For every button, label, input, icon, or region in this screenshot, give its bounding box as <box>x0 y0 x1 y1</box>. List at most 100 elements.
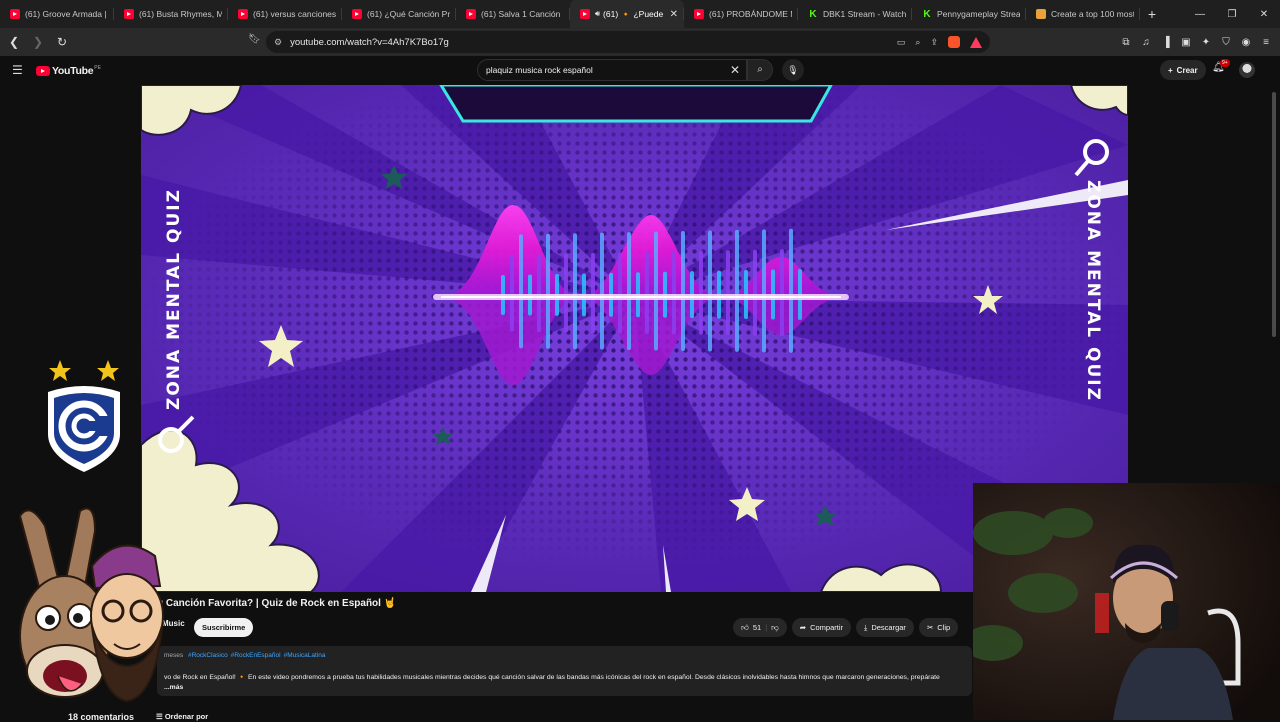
brave-shields-icon[interactable] <box>948 36 960 48</box>
hashtag-link[interactable]: #RockClasico <box>188 652 228 659</box>
tab-search-icon[interactable]: ⧉ <box>1120 37 1132 48</box>
waveform-bar <box>537 254 541 333</box>
back-icon[interactable]: ❮ <box>4 35 24 49</box>
browser-tab-strip: (61) Groove Armada | E (61) Busta Rhymes,… <box>0 0 1280 28</box>
youtube-favicon-icon <box>580 9 590 19</box>
url-text: youtube.com/watch?v=4Ah7K7Bo17g <box>290 36 449 48</box>
clear-search-icon[interactable]: ✕ <box>730 63 740 77</box>
youtube-favicon-icon <box>10 9 20 19</box>
download-button[interactable]: ⤓ Descargar <box>856 618 914 637</box>
waveform-bar <box>762 229 766 353</box>
leo-icon[interactable]: ◉ <box>1240 37 1252 48</box>
tab-title: (61) 🔸 ¿Puede <box>603 8 664 19</box>
browser-tab[interactable]: (61) PROBÁNDOME M <box>684 0 798 28</box>
close-tab-icon[interactable]: ✕ <box>670 9 678 20</box>
tab-title: (61) ¿Qué Canción Pre <box>367 9 450 19</box>
waveform-bar <box>699 250 703 335</box>
account-avatar[interactable] <box>1239 62 1255 78</box>
video-title: u Canción Favorita? | Quiz de Rock en Es… <box>157 598 397 609</box>
browser-tab[interactable]: (61) versus canciones p <box>228 0 342 28</box>
waveform-bar <box>564 253 568 333</box>
waveform-bar <box>591 253 595 333</box>
waveform-bar <box>789 228 793 353</box>
hashtag-link[interactable]: #RockEnEspañol <box>231 652 281 659</box>
comments-count: 18 comentarios <box>68 712 135 722</box>
clip-button[interactable]: ✂ Clip <box>918 618 959 637</box>
youtube-favicon-icon <box>694 9 704 19</box>
like-count: 51 <box>752 623 762 632</box>
restore-icon[interactable]: ❐ <box>1216 9 1248 20</box>
guide-menu-icon[interactable]: ☰ <box>12 63 23 77</box>
page-scrollbar[interactable] <box>1272 92 1276 337</box>
like-divider: | <box>765 623 768 632</box>
like-button[interactable]: 👍︎ 51 | 👎︎ <box>733 618 787 637</box>
browser-tab[interactable]: 🔊︎ (61) 🔸 ¿Puede ✕ <box>570 0 684 28</box>
waveform-bar <box>753 249 757 336</box>
thumbs-down-icon[interactable]: 👎︎ <box>771 618 779 637</box>
tab-title: Pennygameplay Strea <box>937 9 1020 19</box>
search-box[interactable]: plaquiz musica rock español ✕ <box>477 59 747 81</box>
wallet-icon[interactable]: ▣ <box>1180 37 1192 48</box>
browser-tab[interactable]: K Pennygameplay Strea <box>912 0 1026 28</box>
donkey-mascot-overlay <box>18 507 164 703</box>
share-page-icon[interactable]: ⇪ <box>930 37 938 48</box>
reload-icon[interactable]: ↻ <box>52 35 72 49</box>
tab-title: (61) versus canciones p <box>253 9 336 19</box>
kick-favicon-icon: K <box>922 8 932 20</box>
youtube-logo-text: YouTube <box>52 65 94 77</box>
subscribe-button[interactable]: Suscribirme <box>194 618 254 637</box>
create-button[interactable]: + Crear <box>1160 60 1206 80</box>
minimize-icon[interactable]: — <box>1184 9 1216 20</box>
music-icon[interactable]: ♫ <box>1140 37 1152 48</box>
tab-title: (61) PROBÁNDOME M <box>709 9 792 19</box>
waveform-bar <box>780 249 784 337</box>
microphone-icon: 🎙︎ <box>787 65 799 75</box>
search-button[interactable]: ⌕ <box>747 59 773 81</box>
site-info-icon[interactable]: ⚙︎ <box>274 37 282 48</box>
speaker-icon[interactable]: 🔊︎ <box>595 9 600 19</box>
top-neon-frame <box>439 85 833 123</box>
create-label: Crear <box>1176 65 1198 75</box>
overlay-text-left: ZONA MENTAL QUIZ <box>164 188 184 410</box>
extensions-icon[interactable]: ✦ <box>1200 37 1212 48</box>
youtube-favicon-icon <box>466 9 476 19</box>
browser-tab[interactable]: K DBK1 Stream - Watch <box>798 0 912 28</box>
notification-badge: 9+ <box>1220 59 1230 67</box>
browser-tab[interactable]: (61) Salva 1 Canción 🔥 <box>456 0 570 28</box>
share-button[interactable]: ➦ Compartir <box>791 618 851 637</box>
zoom-icon[interactable]: ⌕ <box>915 37 920 48</box>
waveform-bar <box>600 232 604 350</box>
hashtag-link[interactable]: #MusicaLatina <box>284 652 326 659</box>
voice-search-button[interactable]: 🎙︎ <box>782 59 804 81</box>
waveform-bar <box>672 251 676 335</box>
country-code: PE <box>94 65 101 71</box>
menu-icon[interactable]: ≡ <box>1260 37 1272 48</box>
browser-tab[interactable]: (61) ¿Qué Canción Pre <box>342 0 456 28</box>
youtube-play-icon <box>36 66 50 76</box>
vpn-icon[interactable]: ⛉ <box>1220 37 1232 48</box>
waveform-bar <box>573 233 577 350</box>
address-bar[interactable]: ⚙︎ youtube.com/watch?v=4Ah7K7Bo17g ▭ ⌕ ⇪ <box>266 31 990 53</box>
forward-icon[interactable]: ❯ <box>28 35 48 49</box>
waveform-bar <box>618 252 622 334</box>
sidebar-icon[interactable]: ▐ <box>1160 37 1172 48</box>
description-body: vo de Rock en Español! 🔸 En este video p… <box>164 674 940 681</box>
waveform-bar <box>519 234 523 349</box>
browser-tab[interactable]: Create a top 100 most <box>1026 0 1140 28</box>
browser-tab[interactable]: (61) Groove Armada | E <box>0 0 114 28</box>
cast-icon[interactable]: ▭ <box>897 37 906 48</box>
youtube-logo[interactable]: YouTube PE <box>36 65 101 77</box>
browser-tab[interactable]: (61) Busta Rhymes, Ma <box>114 0 228 28</box>
new-tab-button[interactable]: + <box>1140 6 1164 22</box>
search-input[interactable]: plaquiz musica rock español <box>486 65 593 75</box>
brave-rewards-icon[interactable] <box>970 36 982 48</box>
waveform-bar <box>708 230 712 352</box>
streamer-webcam <box>973 483 1280 720</box>
bookmark-icon[interactable]: 🔖︎ <box>248 34 261 45</box>
clip-label: Clip <box>937 623 951 632</box>
scissors-icon: ✂ <box>926 623 934 632</box>
waveform-bar <box>546 233 550 349</box>
waveform-bar <box>726 250 730 336</box>
document-favicon-icon <box>1036 9 1046 19</box>
close-window-icon[interactable]: ✕ <box>1248 9 1280 20</box>
